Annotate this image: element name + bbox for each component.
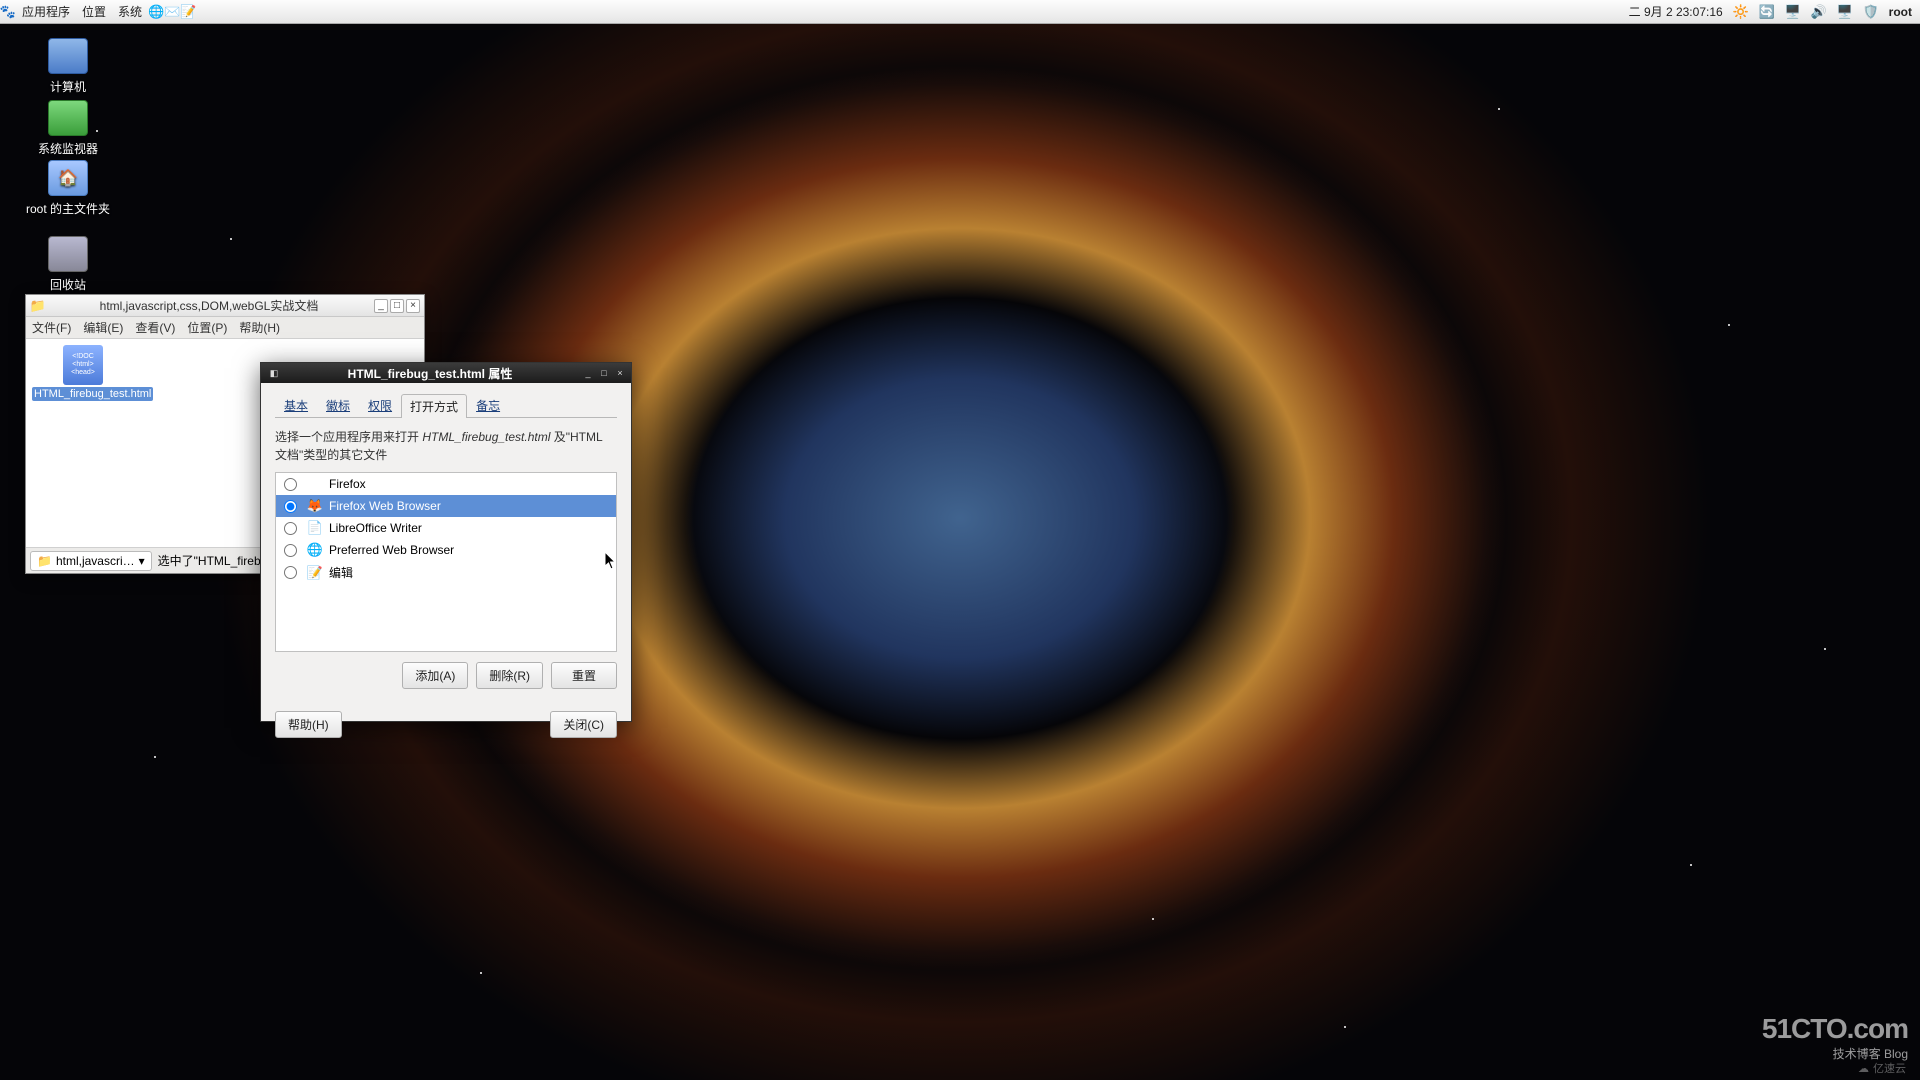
refresh-icon[interactable]: 🔄	[1759, 4, 1775, 20]
clock[interactable]: 二 9月 2 23:07:16	[1629, 3, 1723, 20]
menu-applications[interactable]: 应用程序	[16, 3, 76, 20]
desktop-icon-label: root 的主文件夹	[26, 202, 110, 216]
minimize-button[interactable]: _	[581, 366, 595, 380]
security-icon[interactable]: 🛡️	[1863, 4, 1879, 20]
update-icon[interactable]: 🔆	[1733, 4, 1749, 20]
tab-permissions[interactable]: 权限	[359, 393, 401, 417]
app-name: 编辑	[329, 564, 353, 581]
chevron-down-icon: ▾	[139, 554, 145, 568]
fm-menu-help[interactable]: 帮助(H)	[239, 319, 280, 336]
app-row-editor[interactable]: 📝 编辑	[276, 561, 616, 584]
close-button[interactable]: ×	[613, 366, 627, 380]
app-name: LibreOffice Writer	[329, 521, 422, 535]
app-row-firefox[interactable]: Firefox	[276, 473, 616, 495]
menu-places[interactable]: 位置	[76, 3, 112, 20]
firefox-icon: 🦊	[307, 498, 323, 514]
desktop-icon-label: 系统监视器	[38, 142, 98, 156]
fm-menu-file[interactable]: 文件(F)	[32, 319, 71, 336]
mail-icon[interactable]: ✉️	[164, 4, 180, 20]
window-menu-icon[interactable]: ◧	[267, 366, 281, 380]
folder-icon: 📁	[37, 554, 52, 568]
watermark: 51CTO.com 技术博客 Blog	[1762, 1013, 1908, 1062]
file-label: HTML_firebug_test.html	[32, 387, 153, 401]
remove-button[interactable]: 删除(R)	[476, 662, 543, 689]
app-radio[interactable]	[284, 522, 297, 535]
app-radio[interactable]	[284, 544, 297, 557]
globe-icon[interactable]: 🌐	[148, 4, 164, 20]
watermark-corner: ☁ 亿速云	[1858, 1060, 1906, 1076]
prop-title: HTML_firebug_test.html 属性	[281, 365, 579, 382]
desktop-icon-computer[interactable]: 计算机	[20, 38, 116, 95]
app-name: Firefox	[329, 477, 366, 491]
note-icon[interactable]: 📝	[180, 4, 196, 20]
editor-icon: 📝	[307, 565, 323, 581]
tabs: 基本 徽标 权限 打开方式 备忘	[275, 393, 617, 418]
desktop-icon-trash[interactable]: 回收站	[20, 236, 116, 293]
tab-notes[interactable]: 备忘	[467, 393, 509, 417]
fm-title: html,javascript,css,DOM,webGL实战文档	[46, 297, 372, 314]
network-icon[interactable]: 🖥️	[1785, 4, 1801, 20]
cloud-icon: ☁	[1858, 1062, 1869, 1075]
fm-menu-places[interactable]: 位置(P)	[187, 319, 227, 336]
globe-icon: 🌐	[307, 542, 323, 558]
close-button[interactable]: ×	[406, 299, 420, 313]
breadcrumb[interactable]: 📁 html,javascri… ▾	[30, 551, 152, 571]
display-icon[interactable]: 🖥️	[1837, 4, 1853, 20]
tab-basic[interactable]: 基本	[275, 393, 317, 417]
folder-icon: 📁	[30, 298, 46, 314]
desktop-icon-home[interactable]: 🏠 root 的主文件夹	[20, 160, 116, 217]
app-row-firefox-web[interactable]: 🦊 Firefox Web Browser	[276, 495, 616, 517]
tab-emblems[interactable]: 徽标	[317, 393, 359, 417]
app-radio[interactable]	[284, 500, 297, 513]
computer-icon	[48, 38, 88, 74]
desktop-icon-monitor[interactable]: 系统监视器	[20, 100, 116, 157]
help-button[interactable]: 帮助(H)	[275, 711, 342, 738]
app-name: Firefox Web Browser	[329, 499, 441, 513]
blank-icon	[307, 476, 323, 492]
maximize-button[interactable]: □	[597, 366, 611, 380]
app-radio[interactable]	[284, 478, 297, 491]
fm-titlebar[interactable]: 📁 html,javascript,css,DOM,webGL实战文档 _ □ …	[26, 295, 424, 317]
cursor-icon	[605, 552, 617, 570]
desktop-icon-label: 回收站	[50, 278, 86, 292]
tab-open-with[interactable]: 打开方式	[401, 394, 467, 418]
app-radio[interactable]	[284, 566, 297, 579]
add-button[interactable]: 添加(A)	[402, 662, 468, 689]
fm-menu-edit[interactable]: 编辑(E)	[83, 319, 123, 336]
minimize-button[interactable]: _	[374, 299, 388, 313]
fm-menubar: 文件(F) 编辑(E) 查看(V) 位置(P) 帮助(H)	[26, 317, 424, 339]
prop-titlebar[interactable]: ◧ HTML_firebug_test.html 属性 _ □ ×	[261, 363, 631, 383]
close-button[interactable]: 关闭(C)	[550, 711, 617, 738]
html-file-icon: <!DOC <html> <head>	[63, 345, 103, 385]
app-row-libreoffice[interactable]: 📄 LibreOffice Writer	[276, 517, 616, 539]
application-list[interactable]: Firefox 🦊 Firefox Web Browser 📄 LibreOff…	[275, 472, 617, 652]
file-item[interactable]: <!DOC <html> <head> HTML_firebug_test.ht…	[32, 345, 134, 401]
maximize-button[interactable]: □	[390, 299, 404, 313]
menu-system[interactable]: 系统	[112, 3, 148, 20]
home-folder-icon: 🏠	[48, 160, 88, 196]
top-panel: 🐾 应用程序 位置 系统 🌐 ✉️ 📝 二 9月 2 23:07:16 🔆 🔄 …	[0, 0, 1920, 24]
fm-menu-view[interactable]: 查看(V)	[135, 319, 175, 336]
properties-dialog: ◧ HTML_firebug_test.html 属性 _ □ × 基本 徽标 …	[260, 362, 632, 722]
volume-icon[interactable]: 🔊	[1811, 4, 1827, 20]
prompt-text: 选择一个应用程序用来打开 HTML_firebug_test.html 及"HT…	[275, 428, 617, 464]
reset-button[interactable]: 重置	[551, 662, 617, 689]
writer-icon: 📄	[307, 520, 323, 536]
app-name: Preferred Web Browser	[329, 543, 454, 557]
trash-icon	[48, 236, 88, 272]
main-menu-icon: 🐾	[0, 4, 16, 20]
desktop-icon-label: 计算机	[50, 80, 86, 94]
app-row-preferred[interactable]: 🌐 Preferred Web Browser	[276, 539, 616, 561]
monitor-icon	[48, 100, 88, 136]
user-label[interactable]: root	[1889, 5, 1912, 19]
